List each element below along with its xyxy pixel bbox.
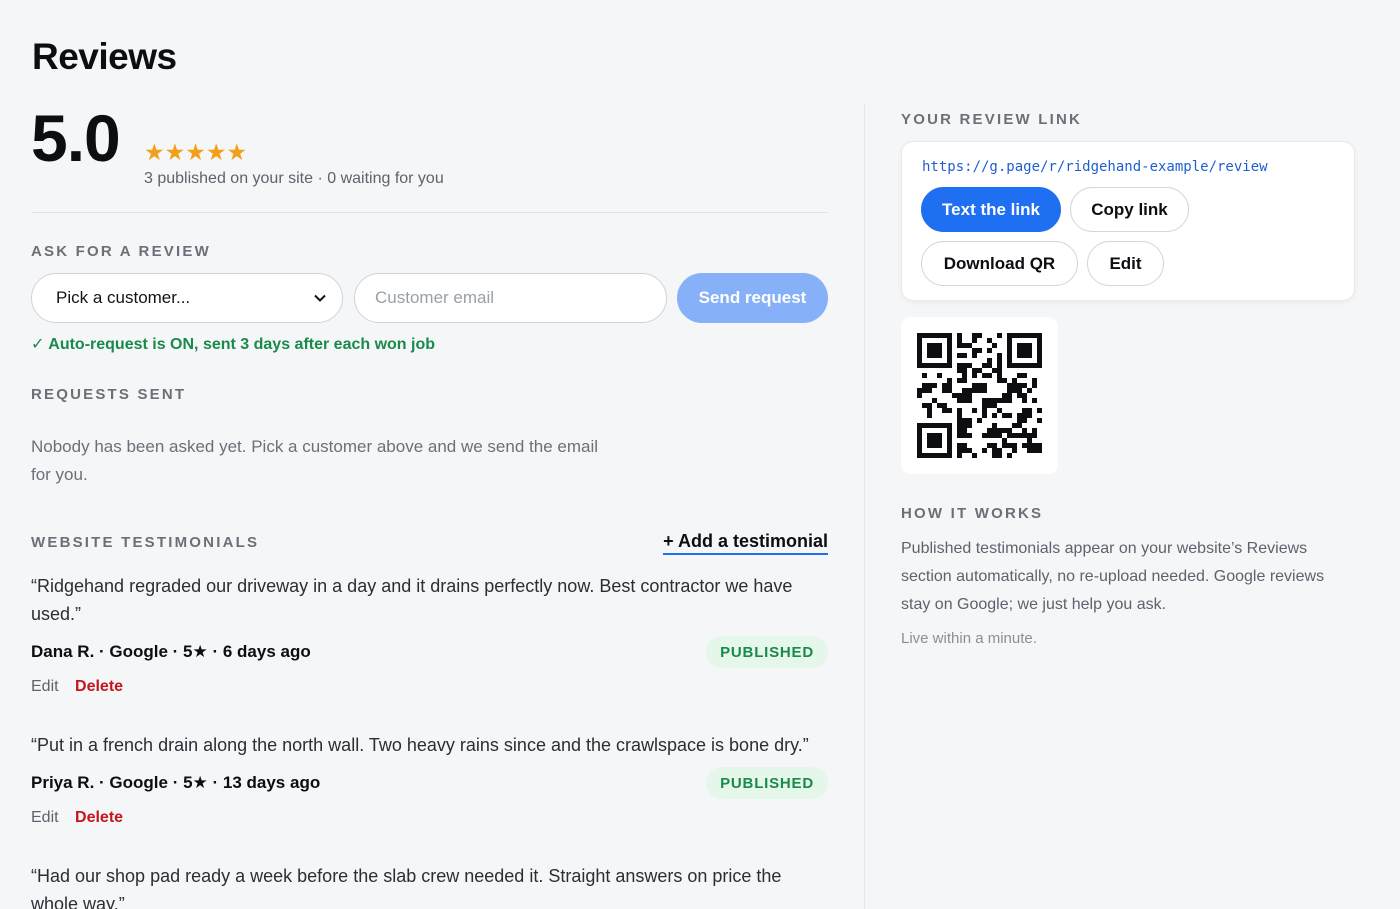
status-badge: PUBLISHED xyxy=(706,636,828,668)
testimonial-meta-row: Priya R. · Google · 5★ · 13 days ago PUB… xyxy=(31,767,828,801)
requests-empty-text: Nobody has been asked yet. Pick a custom… xyxy=(31,437,599,484)
qr-code-icon xyxy=(917,333,1042,458)
testimonial-actions: Edit Delete xyxy=(31,809,123,827)
testimonial-item: “Had our shop pad ready a week before th… xyxy=(31,862,828,909)
sidebar: YOUR REVIEW LINK https://g.page/r/ridgeh… xyxy=(901,0,1355,909)
testimonial-meta: Priya R. · Google · 5★ · 13 days ago xyxy=(31,773,321,792)
auto-request-note: ✓ Auto-request is ON, sent 3 days after … xyxy=(31,336,436,353)
testimonial-quote: “Put in a french drain along the north w… xyxy=(31,735,809,755)
how-it-works-footnote: Live within a minute. xyxy=(901,630,1037,647)
star-rating-icon: ★★★★★ xyxy=(144,139,248,165)
customer-select-value: Pick a customer... xyxy=(56,288,191,307)
testimonial-item: “Ridgehand regraded our driveway in a da… xyxy=(31,572,828,628)
edit-testimonial-button[interactable]: Edit xyxy=(31,678,59,695)
review-link-url[interactable]: https://g.page/r/ridgehand-example/revie… xyxy=(922,159,1268,175)
customer-select[interactable]: Pick a customer... xyxy=(31,273,343,323)
chevron-down-icon xyxy=(314,291,326,305)
rating-score: 5.0 xyxy=(31,101,121,175)
copy-link-button[interactable]: Copy link xyxy=(1070,187,1189,232)
edit-testimonial-button[interactable]: Edit xyxy=(31,809,59,826)
review-link-section-label: YOUR REVIEW LINK xyxy=(901,111,1083,128)
rating-summary: 3 published on your site · 0 waiting for… xyxy=(144,170,444,187)
testimonial-meta: Dana R. · Google · 5★ · 6 days ago xyxy=(31,642,311,661)
column-divider xyxy=(864,104,865,909)
edit-link-button[interactable]: Edit xyxy=(1087,241,1164,286)
testimonial-quote: “Had our shop pad ready a week before th… xyxy=(31,866,782,909)
ask-section-label: ASK FOR A REVIEW xyxy=(31,243,211,260)
qr-code xyxy=(901,317,1058,474)
download-qr-button[interactable]: Download QR xyxy=(921,241,1078,286)
delete-testimonial-button[interactable]: Delete xyxy=(75,678,123,695)
review-link-card: https://g.page/r/ridgehand-example/revie… xyxy=(901,141,1355,301)
add-testimonial-link[interactable]: + Add a testimonial xyxy=(663,531,828,555)
delete-testimonial-button[interactable]: Delete xyxy=(75,809,123,826)
divider xyxy=(31,212,828,213)
testimonials-section-label: WEBSITE TESTIMONIALS xyxy=(31,534,260,551)
testimonial-meta-row: Dana R. · Google · 5★ · 6 days ago PUBLI… xyxy=(31,636,828,670)
text-link-button[interactable]: Text the link xyxy=(921,187,1061,232)
how-it-works-section-label: HOW IT WORKS xyxy=(901,505,1044,522)
status-badge: PUBLISHED xyxy=(706,767,828,799)
send-request-button[interactable]: Send request xyxy=(677,273,828,323)
testimonial-actions: Edit Delete xyxy=(31,678,123,696)
customer-email-input[interactable] xyxy=(354,273,667,323)
how-it-works-text: Published testimonials appear on your we… xyxy=(901,540,1325,613)
testimonial-item: “Put in a french drain along the north w… xyxy=(31,731,828,759)
main-column: 5.0 ★★★★★ 3 published on your site · 0 w… xyxy=(31,0,828,909)
testimonial-quote: “Ridgehand regraded our driveway in a da… xyxy=(31,576,793,624)
requests-section-label: REQUESTS SENT xyxy=(31,386,187,403)
